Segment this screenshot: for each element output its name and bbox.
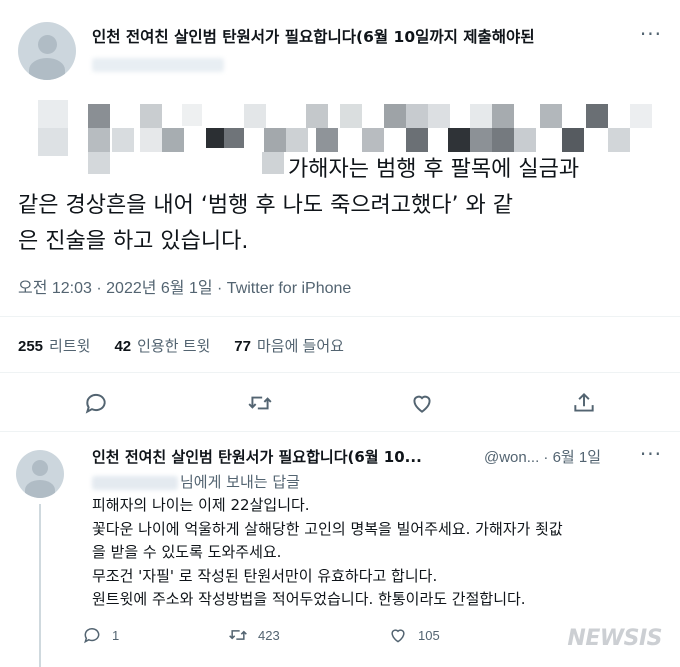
reply-action-bar: 1 423 105	[82, 625, 642, 649]
display-name[interactable]: 인천 전여친 살인범 탄원서가 필요합니다(6월 10...	[92, 446, 482, 467]
tweet-timestamp[interactable]: 오전 12:03 · 2022년 6월 1일 · Twitter for iPh…	[18, 274, 351, 298]
reply-button[interactable]: 1	[82, 625, 119, 645]
replying-to: 님에게 보내는 답글	[92, 471, 300, 492]
handle-and-date[interactable]: @won... · 6월 1일	[484, 446, 601, 467]
more-options-button[interactable]: ···	[640, 22, 662, 46]
main-tweet: 인천 전여친 살인범 탄원서가 필요합니다(6월 10일까지 제출해야된 ···	[0, 0, 680, 432]
divider	[0, 316, 680, 317]
retweet-icon[interactable]	[247, 390, 273, 416]
blurred-handle	[92, 58, 224, 72]
engagement-stats: 255 리트윗 42 인용한 트윗 77 마음에 들어요	[18, 335, 344, 356]
reply-icon[interactable]	[83, 390, 109, 416]
tweet-action-bar	[0, 386, 680, 420]
like-button[interactable]: 105	[388, 625, 440, 645]
reply-text-line: 원트윗에 주소와 작성방법을 적어두었습니다. 한통이라도 간절합니다.	[92, 590, 526, 608]
retweet-icon	[229, 630, 247, 640]
divider	[0, 372, 680, 373]
display-name[interactable]: 인천 전여친 살인범 탄원서가 필요합니다(6월 10일까지 제출해야된	[92, 25, 612, 47]
more-options-button[interactable]: ···	[640, 442, 662, 466]
tweet-text-line: 같은 경상흔을 내어 ‘범행 후 나도 죽으려고했다’ 와 같	[18, 193, 513, 218]
reply-text-line: 꽃다운 나이에 억울하게 살해당한 고인의 명복을 빌어주세요. 가해자가 죗값	[92, 519, 563, 538]
quote-count[interactable]: 42 인용한 트윗	[114, 335, 210, 356]
like-count: 105	[418, 627, 440, 643]
retweet-button[interactable]: 423	[228, 625, 280, 645]
reply-text-line: 을 받을 수 있도록 도와주세요.	[92, 543, 282, 561]
reply-text-line: 피해자의 나이는 이제 22살입니다.	[92, 496, 310, 514]
reply-text-line: 무조건 '자필' 로 작성된 탄원서만이 유효하다고 합니다.	[92, 566, 438, 585]
retweet-count[interactable]: 255 리트윗	[18, 335, 90, 356]
avatar[interactable]	[16, 450, 64, 498]
replying-to-label: 님에게 보내는 답글	[180, 473, 300, 491]
like-icon	[391, 629, 405, 643]
blurred-username	[92, 475, 178, 490]
like-icon[interactable]	[409, 390, 435, 416]
like-count[interactable]: 77 마음에 들어요	[234, 335, 344, 356]
tweet-text-line: 은 진술을 하고 있습니다.	[18, 229, 249, 254]
avatar[interactable]	[18, 22, 76, 80]
retweet-count: 423	[258, 627, 280, 643]
reply-icon	[84, 628, 100, 644]
reply-text: 피해자의 나이는 이제 22살입니다. 꽃다운 나이에 억울하게 살해당한 고인…	[92, 494, 672, 612]
thread-line	[39, 504, 41, 667]
tweet-text: 가해자는 범행 후 팔목에 실금과 같은 경상흔을 내어 ‘범행 후 나도 죽으…	[18, 152, 668, 260]
share-icon[interactable]	[571, 390, 597, 416]
newsis-watermark: NEWSIS	[567, 626, 662, 651]
tweet-text-line: 가해자는 범행 후 팔목에 실금과	[288, 157, 580, 182]
reply-count: 1	[112, 627, 120, 643]
